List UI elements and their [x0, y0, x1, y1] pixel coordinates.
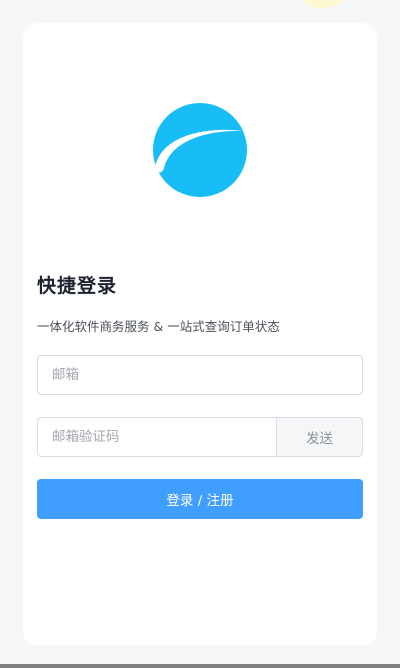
page: 快捷登录 一体化软件商务服务 & 一站式查询订单状态 发送 登录 / 注册 — [0, 0, 400, 668]
sphere-logo-icon — [153, 103, 247, 197]
email-input[interactable] — [37, 355, 363, 395]
bottom-scrollbar — [0, 664, 400, 668]
decorative-circle — [291, 0, 355, 8]
page-subtitle: 一体化软件商务服务 & 一站式查询订单状态 — [37, 319, 280, 334]
verification-code-group: 发送 — [37, 417, 363, 457]
page-title: 快捷登录 — [37, 275, 118, 297]
login-card: 快捷登录 一体化软件商务服务 & 一站式查询订单状态 发送 登录 / 注册 — [23, 23, 377, 645]
send-code-button[interactable]: 发送 — [276, 417, 363, 457]
verification-code-input[interactable] — [37, 417, 277, 457]
login-register-button[interactable]: 登录 / 注册 — [37, 479, 363, 519]
